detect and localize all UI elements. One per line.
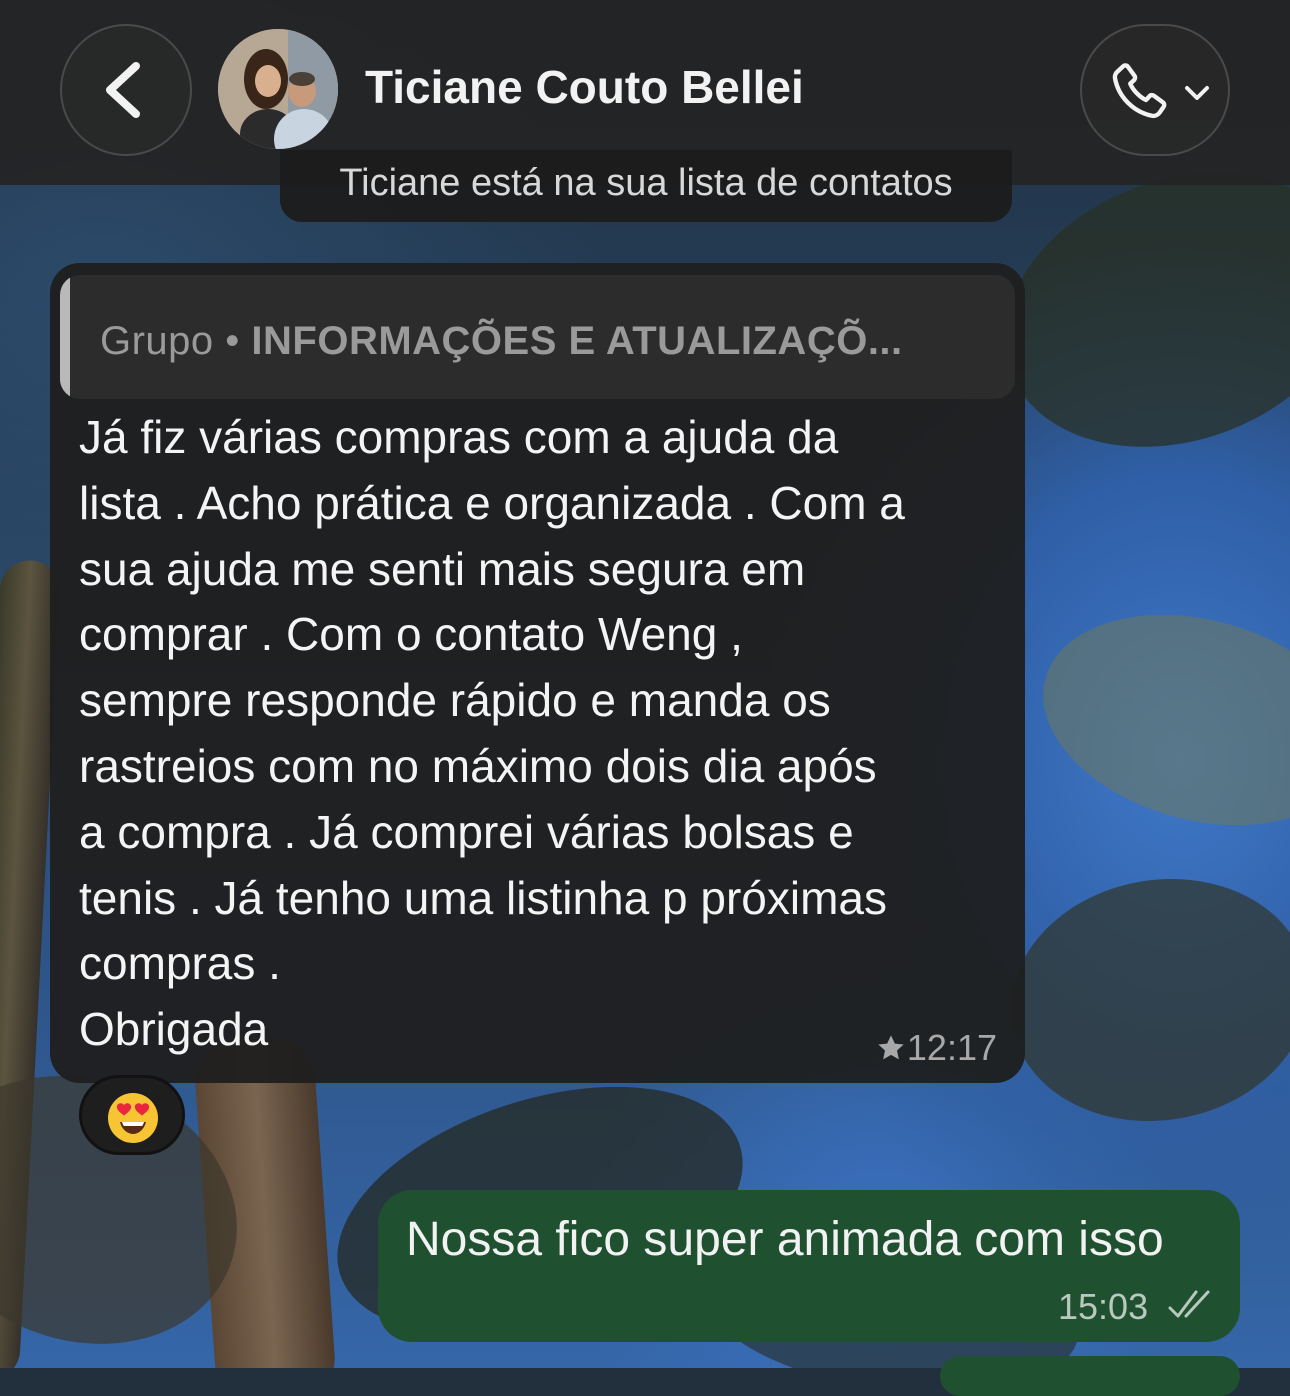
contact-name[interactable]: Ticiane Couto Bellei bbox=[365, 60, 804, 114]
quote-accent-bar bbox=[60, 275, 70, 399]
outgoing-message-bubble[interactable]: Nossa fico super animada com isso 15:03 bbox=[378, 1190, 1240, 1342]
quote-group-title: INFORMAÇÕES E ATUALIZAÇÕ... bbox=[251, 319, 903, 363]
incoming-message-bubble[interactable]: Grupo • INFORMAÇÕES E ATUALIZAÇÕ... Já f… bbox=[50, 263, 1025, 1083]
phone-icon bbox=[1112, 63, 1167, 119]
outgoing-message-bubble-partial[interactable] bbox=[940, 1356, 1240, 1396]
contact-avatar[interactable] bbox=[218, 29, 338, 149]
heart-eyes-emoji-icon bbox=[108, 1093, 158, 1143]
quote-prefix: Grupo bbox=[100, 319, 214, 363]
incoming-message-time: 12:17 bbox=[906, 1027, 997, 1068]
chevron-left-icon bbox=[106, 62, 140, 118]
quote-separator: • bbox=[213, 319, 252, 363]
palm-frond bbox=[991, 855, 1290, 1145]
incoming-message-meta: 12:17 bbox=[875, 1027, 997, 1069]
avatar-photo bbox=[218, 29, 338, 149]
system-notice: Ticiane está na sua lista de contatos bbox=[280, 150, 1012, 222]
system-notice-text: Ticiane está na sua lista de contatos bbox=[339, 162, 953, 204]
outgoing-message-time: 15:03 bbox=[1058, 1286, 1149, 1327]
star-icon bbox=[878, 1035, 904, 1060]
quoted-group-reference[interactable]: Grupo • INFORMAÇÕES E ATUALIZAÇÕ... bbox=[60, 275, 1015, 399]
palm-frond bbox=[1019, 581, 1290, 859]
double-check-read-icon bbox=[1168, 1290, 1210, 1318]
quote-label: Grupo • INFORMAÇÕES E ATUALIZAÇÕ... bbox=[100, 319, 903, 364]
back-button[interactable] bbox=[60, 24, 192, 156]
outgoing-message-text: Nossa fico super animada com isso bbox=[406, 1213, 1164, 1266]
call-button[interactable] bbox=[1080, 24, 1230, 156]
message-reaction[interactable] bbox=[79, 1075, 185, 1155]
incoming-message-text: Já fiz várias compras com a ajuda da lis… bbox=[79, 411, 905, 1056]
chevron-down-icon bbox=[1185, 86, 1209, 100]
